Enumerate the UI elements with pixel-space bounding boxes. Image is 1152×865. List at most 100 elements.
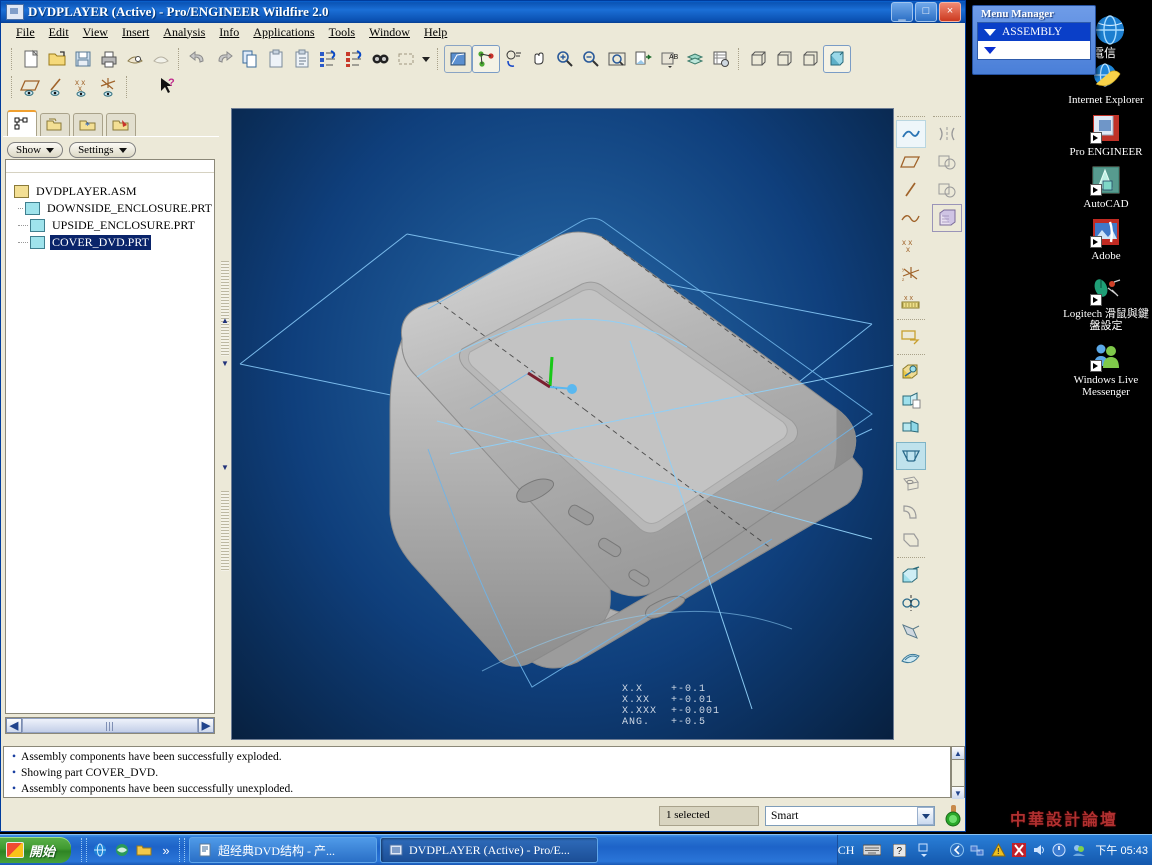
help-pointer-icon[interactable]: ? (155, 74, 181, 100)
kaspersky-icon[interactable] (1012, 843, 1026, 857)
datum-axis-icon[interactable] (896, 176, 926, 204)
power-icon[interactable] (1052, 843, 1066, 857)
redo-icon[interactable] (211, 46, 237, 72)
desktop-icon-autocad[interactable]: AutoCAD (1060, 164, 1152, 210)
scroll-down-arrow[interactable]: ▼ (952, 786, 964, 799)
save-icon[interactable] (70, 46, 96, 72)
tree-node-assembly[interactable]: DVDPLAYER.ASM (6, 183, 214, 200)
select-box-icon[interactable] (393, 46, 419, 72)
selection-filter-dropdown[interactable]: Smart (765, 806, 935, 826)
refit-icon[interactable] (604, 46, 630, 72)
model-tree-list[interactable]: DVDPLAYER.ASM DOWNSIDE_ENCLOSURE.PRT UPS… (5, 159, 215, 714)
open-folder-icon[interactable] (44, 46, 70, 72)
curve-icon[interactable] (896, 120, 926, 148)
round-icon[interactable] (896, 498, 926, 526)
desktop-icon-logitech[interactable]: Logitech 滑鼠與鍵盤設定 (1060, 274, 1152, 332)
splitter-collapse-up-icon[interactable]: ▲ (221, 316, 229, 325)
splitter-collapse-down-icon[interactable]: ▼ (221, 359, 229, 368)
minimize-button[interactable]: _ (891, 2, 913, 22)
taskbar-item-proengineer[interactable]: DVDPLAYER (Active) - Pro/E... (380, 837, 598, 863)
folder-browser-tab[interactable] (40, 113, 70, 136)
show-menu-button[interactable]: Show (7, 142, 63, 158)
paste-icon[interactable] (263, 46, 289, 72)
print-preview-icon[interactable] (122, 46, 148, 72)
find-icon[interactable] (367, 46, 393, 72)
zoom-out-icon[interactable] (578, 46, 604, 72)
saved-views-icon[interactable] (630, 46, 656, 72)
keyboard-icon[interactable] (863, 844, 881, 856)
graphics-viewport[interactable]: X.X +-0.1 X.XX +-0.01 X.XXX +-0.001 ANG.… (231, 108, 894, 740)
datum-csys-icon[interactable] (96, 74, 122, 100)
chevron-down-icon[interactable] (917, 807, 934, 825)
settings-menu-button[interactable]: Settings (69, 142, 135, 158)
panel-splitter[interactable]: ▲ ▼ ▼ (219, 111, 231, 736)
connections-tab[interactable] (106, 113, 136, 136)
sketch-icon[interactable] (896, 323, 926, 351)
annotation-icon[interactable]: AB (656, 46, 682, 72)
menu-manager-item-assembly[interactable]: ASSEMBLY (978, 23, 1090, 41)
menu-tools[interactable]: Tools (322, 24, 363, 41)
draft-icon[interactable] (896, 617, 926, 645)
scroll-left-arrow[interactable]: ◀ (6, 718, 22, 733)
favorites-tab[interactable]: * (73, 113, 103, 136)
scroll-up-arrow[interactable]: ▲ (952, 747, 964, 760)
datum-csys-icon[interactable]: yz (896, 260, 926, 288)
desktop-icon-pro-engineer[interactable]: Pro ENGINEER (1060, 112, 1152, 158)
datum-plane-icon[interactable] (896, 148, 926, 176)
warning-icon[interactable]: ! (991, 843, 1006, 857)
browser-quicklaunch-icon[interactable] (113, 841, 131, 859)
print-icon[interactable] (96, 46, 122, 72)
maximize-button[interactable]: □ (915, 2, 937, 22)
undo-icon[interactable] (185, 46, 211, 72)
revolve-icon[interactable] (896, 386, 926, 414)
shading-icon[interactable] (823, 45, 851, 73)
hidden-line-icon[interactable] (771, 46, 797, 72)
chamfer-icon[interactable] (896, 526, 926, 554)
paste-special-icon[interactable] (289, 46, 315, 72)
pattern-icon[interactable] (896, 645, 926, 673)
ie-quicklaunch-icon[interactable] (91, 841, 109, 859)
menu-insert[interactable]: Insert (115, 24, 156, 41)
copy-icon[interactable] (237, 46, 263, 72)
language-bar[interactable]: CH ? (838, 843, 934, 858)
model-tree-hscrollbar[interactable]: ◀ ▶ (5, 717, 215, 734)
splitter-grip-upper[interactable] (221, 261, 229, 356)
repaint-icon[interactable] (444, 45, 472, 73)
scroll-thumb[interactable] (22, 718, 198, 733)
taskbar-item-document[interactable]: 超经典DVD结构 - 产... (189, 837, 377, 863)
datum-plane-icon[interactable] (18, 74, 44, 100)
menu-analysis[interactable]: Analysis (156, 24, 212, 41)
datum-point-icon[interactable]: x xx (70, 74, 96, 100)
splitter-expand-down-icon[interactable]: ▼ (221, 463, 229, 472)
merge-icon[interactable] (932, 148, 962, 176)
menu-help[interactable]: Help (417, 24, 454, 41)
scroll-right-arrow[interactable]: ▶ (198, 718, 214, 733)
menu-view[interactable]: View (76, 24, 115, 41)
zoom-in-icon[interactable] (552, 46, 578, 72)
more-chevron-icon[interactable]: » (157, 841, 175, 859)
extrude-icon[interactable] (896, 358, 926, 386)
hole-icon[interactable] (896, 470, 926, 498)
regenerate-icon[interactable] (315, 46, 341, 72)
datum-curve-icon[interactable] (896, 204, 926, 232)
menu-edit[interactable]: Edit (42, 24, 76, 41)
model-tree-tab[interactable] (7, 110, 37, 136)
scroll-track[interactable] (952, 760, 964, 786)
trim-icon[interactable] (932, 176, 962, 204)
close-button[interactable]: × (939, 2, 961, 22)
ime-options-icon[interactable] (918, 843, 930, 857)
layers-icon[interactable] (682, 46, 708, 72)
start-button[interactable]: 開始 (0, 837, 71, 863)
sound-icon[interactable] (1032, 843, 1046, 857)
reorient-icon[interactable] (500, 46, 526, 72)
help-ime-icon[interactable]: ? (893, 844, 906, 857)
solidify-icon[interactable] (932, 204, 962, 232)
rib-icon[interactable] (896, 589, 926, 617)
datum-axis-icon[interactable] (44, 74, 70, 100)
desktop-icon-windows-live-messenger[interactable]: Windows Live Messenger (1060, 340, 1152, 398)
blend-icon[interactable] (896, 442, 926, 470)
tree-node-part-upside[interactable]: UPSIDE_ENCLOSURE.PRT (6, 217, 214, 234)
messenger-icon[interactable] (1072, 843, 1086, 857)
spin-center-icon[interactable] (472, 45, 500, 73)
menu-manager-item-empty[interactable] (978, 41, 1090, 59)
